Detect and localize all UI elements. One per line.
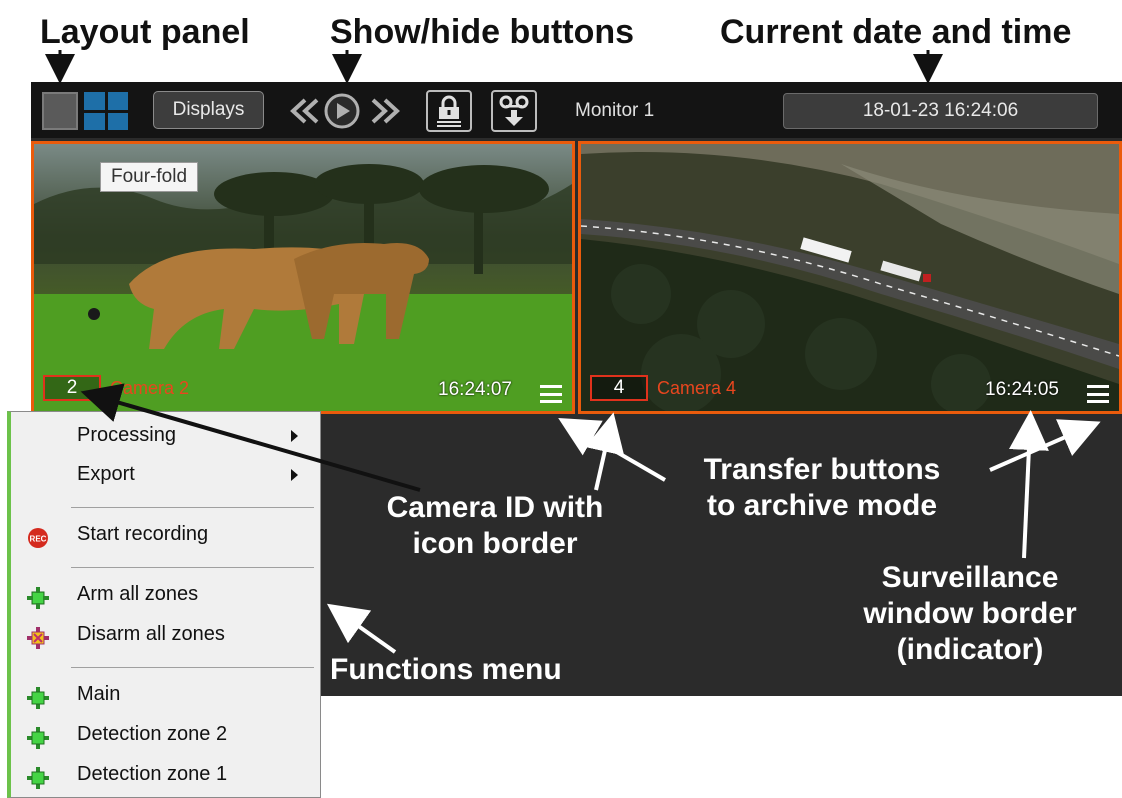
submenu-arrow-icon (291, 469, 298, 481)
camera-id-badge: 2 (43, 375, 101, 401)
layout-tooltip: Four-fold (100, 162, 199, 192)
datetime-display: 18-01-23 16:24:06 (783, 93, 1098, 129)
expand-right-icon[interactable] (371, 98, 400, 124)
camera-timestamp: 16:24:07 (438, 379, 512, 400)
lock-icon (437, 95, 461, 127)
menu-item-main[interactable]: Main (77, 683, 120, 706)
menu-item-export[interactable]: Export (77, 463, 135, 486)
menu-separator (71, 667, 314, 668)
play-icon[interactable] (324, 93, 360, 129)
menu-item-detection-zone-2[interactable]: Detection zone 2 (77, 723, 227, 746)
callout-camera-id: Camera ID with icon border (386, 491, 604, 560)
camera-tile-4[interactable]: 4 Camera 4 16:24:05 (578, 141, 1122, 414)
callout-date-time: Current date and time (720, 13, 1072, 51)
show-hide-controls (287, 92, 407, 130)
monitor-label: Monitor 1 (575, 100, 655, 121)
lock-button[interactable] (426, 90, 472, 132)
zone-green-icon (27, 587, 49, 609)
archive-download-button[interactable] (491, 90, 537, 132)
menu-item-detection-zone-1[interactable]: Detection zone 1 (77, 763, 227, 786)
collapse-left-icon[interactable] (290, 98, 319, 124)
callout-functions-menu: Functions menu (330, 653, 562, 686)
tape-download-icon (499, 95, 529, 126)
camera-id-badge: 4 (590, 375, 648, 401)
camera-menu-icon[interactable] (1087, 385, 1109, 403)
zone-yellow-icon (27, 627, 49, 649)
menu-item-start-recording[interactable]: Start recording (77, 523, 208, 546)
zone-green-icon (27, 767, 49, 789)
camera-name: Camera 4 (657, 378, 737, 398)
callout-transfer-buttons: Transfer buttons to archive mode (703, 453, 941, 522)
camera-tile-2[interactable]: Four-fold 2 Camera 2 16:24:07 (31, 141, 575, 414)
layout-single-button[interactable] (42, 92, 78, 130)
menu-item-arm-all-zones[interactable]: Arm all zones (77, 583, 198, 606)
zone-green-icon (27, 727, 49, 749)
camera-4-video-feed (581, 144, 1119, 411)
callout-layout-panel: Layout panel (40, 13, 250, 51)
rec-icon: REC (28, 528, 48, 548)
camera-menu-icon[interactable] (540, 385, 562, 403)
menu-separator (71, 567, 314, 568)
displays-button[interactable]: Displays (153, 91, 264, 129)
svg-text:REC: REC (30, 535, 47, 544)
callout-show-hide-buttons: Show/hide buttons (330, 13, 635, 51)
functions-menu: Processing Export REC Start recording Ar… (7, 411, 321, 798)
zone-green-icon (27, 687, 49, 709)
camera-name: Camera 2 (110, 378, 190, 398)
layout-four-fold-button[interactable] (84, 92, 128, 130)
menu-item-processing[interactable]: Processing (77, 424, 176, 447)
menu-separator (71, 507, 314, 508)
callout-surveillance-border: Surveillance window border (indicator) (863, 561, 1077, 666)
menu-item-disarm-all-zones[interactable]: Disarm all zones (77, 623, 225, 646)
submenu-arrow-icon (291, 430, 298, 442)
camera-timestamp: 16:24:05 (985, 379, 1059, 400)
